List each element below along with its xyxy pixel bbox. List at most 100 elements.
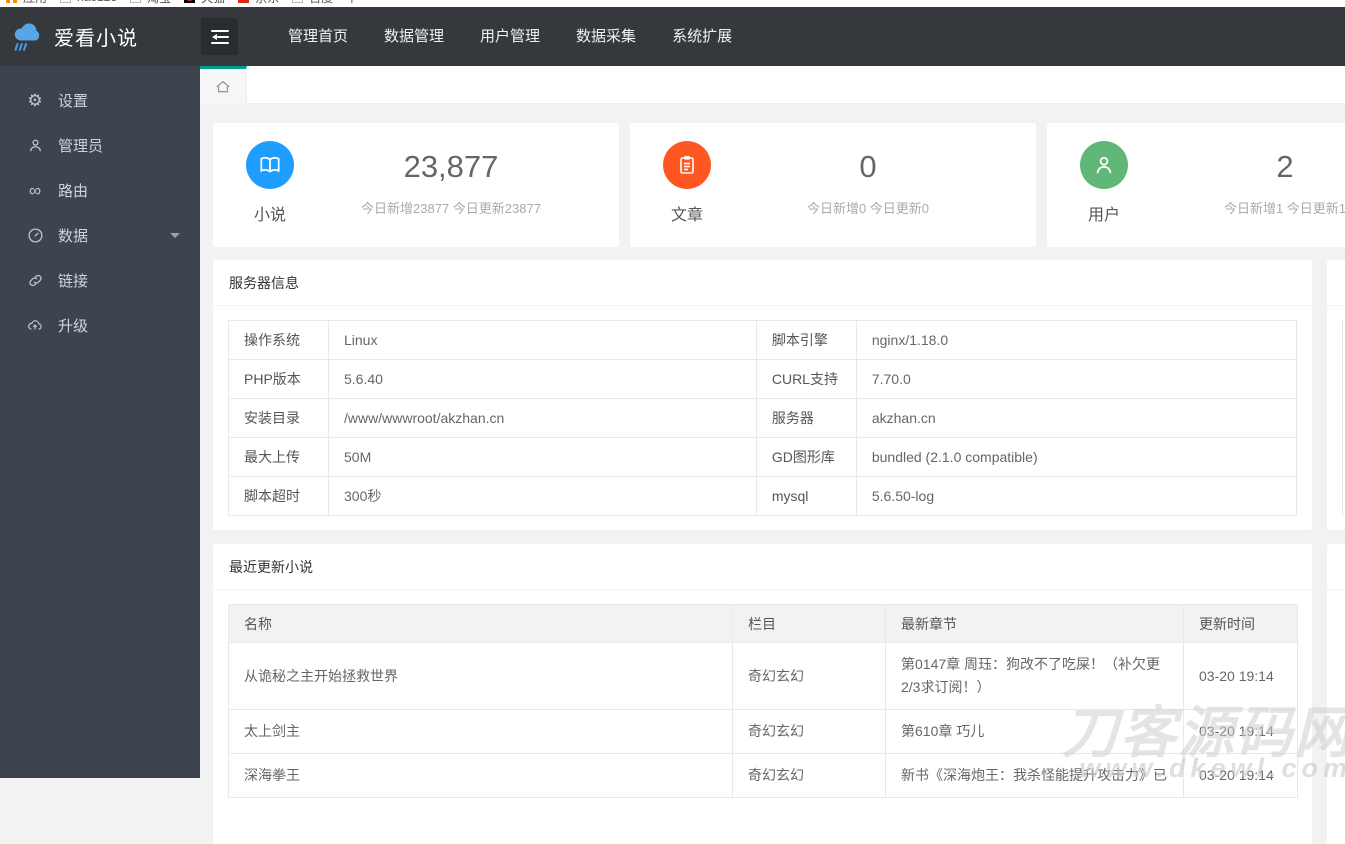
- browser-bookmarks-bar: 应用 hao123 淘宝 天猫 JD 京东 百度 下: [0, 0, 1345, 7]
- home-icon: [216, 80, 230, 93]
- nav-user-management[interactable]: 用户管理: [462, 7, 558, 66]
- novel-name: 太上剑主: [228, 709, 733, 755]
- novel-time: 03-20 19:14: [1183, 641, 1298, 711]
- stat-subtitle: 今日新增1 今日更新1: [1223, 201, 1345, 216]
- table-header-row: 名称 栏目 最新章节 更新时间: [228, 604, 1298, 643]
- bookmark-hao123[interactable]: hao123: [60, 0, 117, 4]
- stat-label: 小说: [253, 207, 286, 224]
- gauge-icon: [25, 226, 45, 246]
- stat-subtitle: 今日新增23877 今日更新23877: [361, 201, 541, 216]
- book-icon: [246, 141, 294, 189]
- sidebar-item-data[interactable]: 数据: [0, 213, 200, 258]
- panel-title: 服务器信息: [213, 260, 1312, 306]
- info-value: bundled (2.1.0 compatible): [855, 437, 1298, 477]
- sidebar-item-settings[interactable]: ⚙ 设置: [0, 78, 200, 123]
- table-row: PHP版本 5.6.40 CURL支持 7.70.0: [228, 359, 1298, 399]
- server-info-panel: 服务器信息 操作系统 Linux 脚本引擎 nginx/1.18.0 PHP版本…: [213, 260, 1312, 530]
- bookmark-label: 淘宝: [147, 0, 171, 6]
- user-icon: [1080, 141, 1128, 189]
- novel-chapter: 第0147章 周珏：狗改不了吃屎！（补欠更2/3求订阅！）: [885, 641, 1184, 711]
- info-value: 300秒: [328, 476, 757, 516]
- bookmark-taobao[interactable]: 淘宝: [130, 0, 171, 6]
- bookmark-baidu[interactable]: 百度: [292, 0, 333, 6]
- table-row: 从诡秘之主开始拯救世界 奇幻玄幻 第0147章 周珏：狗改不了吃屎！（补欠更2/…: [228, 641, 1298, 711]
- favicon-placeholder-icon: [60, 0, 72, 3]
- app-header: 爱看小说 管理首页 数据管理 用户管理 数据采集 系统扩展: [0, 7, 1345, 66]
- sidebar-item-label: 链接: [58, 273, 89, 290]
- chevron-down-icon[interactable]: [170, 233, 180, 238]
- info-key: 服务器: [755, 398, 857, 438]
- favicon-placeholder-icon: [130, 0, 142, 3]
- info-value: /www/wwwroot/akzhan.cn: [328, 398, 757, 438]
- infinity-icon: ∞: [28, 180, 42, 200]
- info-value: nginx/1.18.0: [855, 320, 1298, 360]
- column-header-time: 更新时间: [1183, 604, 1298, 643]
- bookmark-jd[interactable]: JD 京东: [238, 0, 279, 6]
- sidebar-item-label: 数据: [58, 228, 89, 245]
- table-row: 太上剑主 奇幻玄幻 第610章 巧儿 03-20 19:14: [228, 709, 1298, 755]
- bookmark-tmall[interactable]: 天猫: [184, 0, 225, 6]
- sidebar-item-admins[interactable]: 管理员: [0, 123, 200, 168]
- novel-category: 奇幻玄幻: [732, 641, 886, 711]
- stat-value: 0: [859, 149, 877, 184]
- bookmark-apps[interactable]: 应用: [6, 0, 47, 6]
- nav-data-management[interactable]: 数据管理: [366, 7, 462, 66]
- sidebar-item-routes[interactable]: ∞ 路由: [0, 168, 200, 213]
- clipped-right-panel-bottom: [1327, 544, 1345, 844]
- novel-chapter: 第610章 巧儿: [885, 709, 1184, 755]
- bookmark-folder[interactable]: 下: [346, 0, 358, 6]
- info-value: akzhan.cn: [855, 398, 1298, 438]
- info-value: 50M: [328, 437, 757, 477]
- info-key: 最大上传: [228, 437, 329, 477]
- gear-icon: ⚙: [27, 90, 43, 110]
- table-row: 脚本超时 300秒 mysql 5.6.50-log: [228, 476, 1298, 516]
- sidebar-item-label: 升级: [58, 318, 89, 335]
- info-key: 脚本超时: [228, 476, 329, 516]
- novel-time: 03-20 19:14: [1183, 709, 1298, 755]
- stat-label: 文章: [670, 207, 703, 224]
- bookmark-label: 下: [346, 0, 358, 6]
- hamburger-collapse-icon: [210, 29, 229, 44]
- sidebar-item-links[interactable]: 链接: [0, 258, 200, 303]
- sidebar-item-label: 管理员: [58, 138, 104, 155]
- novel-category: 奇幻玄幻: [732, 753, 886, 799]
- apps-grid-icon: [6, 0, 17, 3]
- clipboard-icon: [663, 141, 711, 189]
- sidebar-item-label: 路由: [58, 183, 89, 200]
- novel-time: 03-20 19:14: [1183, 753, 1298, 799]
- clipped-right-panel-top: [1327, 260, 1345, 530]
- stat-value: 23,877: [403, 149, 499, 184]
- column-header-name: 名称: [228, 604, 733, 643]
- column-header-chapter: 最新章节: [885, 604, 1184, 643]
- sidebar-collapse-button[interactable]: [201, 18, 238, 55]
- nav-system-extension[interactable]: 系统扩展: [654, 7, 750, 66]
- recent-novels-panel: 最近更新小说 名称 栏目 最新章节 更新时间 从诡秘之主开始拯救世界 奇幻玄幻 …: [213, 544, 1312, 844]
- sidebar-item-upgrade[interactable]: 升级: [0, 303, 200, 348]
- info-key: CURL支持: [755, 359, 857, 399]
- novel-name: 从诡秘之主开始拯救世界: [228, 641, 733, 711]
- nav-admin-home[interactable]: 管理首页: [270, 7, 366, 66]
- table-row: 最大上传 50M GD图形库 bundled (2.1.0 compatible…: [228, 437, 1298, 477]
- info-value: 5.6.40: [328, 359, 757, 399]
- nav-data-collection[interactable]: 数据采集: [558, 7, 654, 66]
- tab-home[interactable]: [200, 66, 247, 104]
- stat-card-articles: 文章 0 今日新增0 今日更新0: [630, 123, 1036, 247]
- cloud-rain-logo-icon: [14, 22, 40, 51]
- sidebar-item-label: 设置: [58, 93, 89, 110]
- info-value: 7.70.0: [855, 359, 1298, 399]
- logo[interactable]: 爱看小说: [0, 20, 200, 54]
- stat-label: 用户: [1087, 207, 1120, 224]
- sidebar: ⚙ 设置 管理员 ∞ 路由 数据 链接 升级: [0, 66, 200, 778]
- bookmark-label: hao123: [77, 0, 117, 4]
- info-key: 操作系统: [228, 320, 329, 360]
- tab-bar: [200, 66, 1345, 104]
- bookmark-label: 天猫: [201, 0, 225, 6]
- info-key: GD图形库: [755, 437, 857, 477]
- bookmark-label: 应用: [23, 0, 47, 6]
- top-navigation: 管理首页 数据管理 用户管理 数据采集 系统扩展: [270, 7, 750, 66]
- bookmark-label: 百度: [309, 0, 333, 6]
- table-row: 深海拳王 奇幻玄幻 新书《深海炮王：我杀怪能提升攻击力》已 03-20 19:1…: [228, 753, 1298, 799]
- stat-card-users: 用户 2 今日新增1 今日更新1: [1047, 123, 1345, 247]
- bookmark-label: 京东: [255, 0, 279, 6]
- info-value: Linux: [328, 320, 757, 360]
